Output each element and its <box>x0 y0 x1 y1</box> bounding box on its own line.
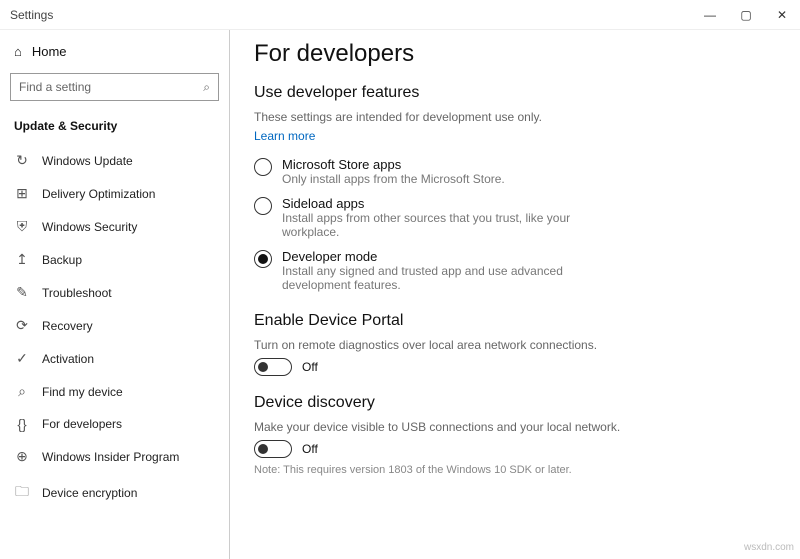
device-discovery-heading: Device discovery <box>254 394 776 412</box>
activation-icon: ✓ <box>14 350 30 367</box>
backup-icon: ↥ <box>14 251 30 268</box>
sidebar-item-label: Windows Update <box>42 154 133 168</box>
device-portal-desc: Turn on remote diagnostics over local ar… <box>254 338 776 352</box>
page-title: For developers <box>254 40 776 68</box>
device-portal-toggle[interactable] <box>254 358 292 376</box>
sidebar-item-label: Backup <box>42 253 82 267</box>
find-icon: ⌕ <box>14 383 30 400</box>
shield-icon: ⛨ <box>14 218 30 235</box>
titlebar: Settings — ▢ ✕ <box>0 0 800 30</box>
delivery-icon: ⊞ <box>14 185 30 202</box>
radio-icon <box>254 158 272 176</box>
radio-sideload-apps[interactable]: Sideload apps Install apps from other so… <box>254 196 776 239</box>
minimize-button[interactable]: — <box>692 0 728 30</box>
sidebar-item-label: Device encryption <box>42 486 137 500</box>
radio-sub: Install any signed and trusted app and u… <box>282 264 612 292</box>
radio-developer-mode[interactable]: Developer mode Install any signed and tr… <box>254 249 776 292</box>
device-discovery-toggle[interactable] <box>254 440 292 458</box>
radio-icon <box>254 197 272 215</box>
search-placeholder: Find a setting <box>19 80 91 94</box>
home-icon: ⌂ <box>14 44 22 59</box>
sidebar-item-label: Delivery Optimization <box>42 187 155 201</box>
search-icon: ⌕ <box>203 80 210 95</box>
sidebar: ⌂ Home Find a setting ⌕ Update & Securit… <box>0 30 230 559</box>
search-input[interactable]: Find a setting ⌕ <box>10 73 219 101</box>
sidebar-item-label: For developers <box>42 417 122 431</box>
radio-label: Microsoft Store apps <box>282 157 505 172</box>
troubleshoot-icon: ✎ <box>14 284 30 301</box>
toggle-state-label: Off <box>302 360 318 374</box>
device-portal-heading: Enable Device Portal <box>254 312 776 330</box>
sidebar-item-label: Recovery <box>42 319 93 333</box>
sidebar-item-label: Windows Insider Program <box>42 450 179 464</box>
sidebar-item-windows-update[interactable]: ↻ Windows Update <box>0 145 229 176</box>
sidebar-item-troubleshoot[interactable]: ✎ Troubleshoot <box>0 277 229 308</box>
encryption-icon: 🗀 <box>14 481 30 505</box>
home-link[interactable]: ⌂ Home <box>0 38 229 65</box>
sidebar-item-windows-security[interactable]: ⛨ Windows Security <box>0 211 229 242</box>
sidebar-item-recovery[interactable]: ⟳ Recovery <box>0 310 229 341</box>
sidebar-item-for-developers[interactable]: {} For developers <box>0 409 229 439</box>
sidebar-item-label: Activation <box>42 352 94 366</box>
learn-more-link[interactable]: Learn more <box>254 129 315 143</box>
radio-sub: Only install apps from the Microsoft Sto… <box>282 172 505 186</box>
window-controls: — ▢ ✕ <box>692 0 800 30</box>
sidebar-item-label: Windows Security <box>42 220 137 234</box>
sidebar-item-device-encryption[interactable]: 🗀 Device encryption <box>0 474 229 512</box>
main-content: For developers Use developer features Th… <box>230 30 800 559</box>
section-dev-features: Use developer features These settings ar… <box>254 84 776 292</box>
sidebar-item-label: Troubleshoot <box>42 286 112 300</box>
recovery-icon: ⟳ <box>14 317 30 334</box>
maximize-button[interactable]: ▢ <box>728 0 764 30</box>
radio-label: Developer mode <box>282 249 612 264</box>
dev-features-desc: These settings are intended for developm… <box>254 110 776 124</box>
sync-icon: ↻ <box>14 152 30 169</box>
radio-label: Sideload apps <box>282 196 612 211</box>
section-device-portal: Enable Device Portal Turn on remote diag… <box>254 312 776 376</box>
dev-features-heading: Use developer features <box>254 84 776 102</box>
section-device-discovery: Device discovery Make your device visibl… <box>254 394 776 476</box>
sidebar-item-backup[interactable]: ↥ Backup <box>0 244 229 275</box>
dev-mode-radio-group: Microsoft Store apps Only install apps f… <box>254 157 776 292</box>
sidebar-item-delivery-optimization[interactable]: ⊞ Delivery Optimization <box>0 178 229 209</box>
insider-icon: ⊕ <box>14 448 30 465</box>
toggle-state-label: Off <box>302 442 318 456</box>
device-discovery-desc: Make your device visible to USB connecti… <box>254 420 776 434</box>
watermark: wsxdn.com <box>744 542 794 553</box>
sidebar-item-find-my-device[interactable]: ⌕ Find my device <box>0 376 229 407</box>
sidebar-item-insider-program[interactable]: ⊕ Windows Insider Program <box>0 441 229 472</box>
sidebar-item-label: Find my device <box>42 385 123 399</box>
device-discovery-note: Note: This requires version 1803 of the … <box>254 464 776 476</box>
window-title: Settings <box>10 8 53 22</box>
sidebar-item-activation[interactable]: ✓ Activation <box>0 343 229 374</box>
home-label: Home <box>32 44 67 59</box>
radio-icon <box>254 250 272 268</box>
code-icon: {} <box>14 416 30 432</box>
radio-microsoft-store-apps[interactable]: Microsoft Store apps Only install apps f… <box>254 157 776 186</box>
radio-sub: Install apps from other sources that you… <box>282 211 612 239</box>
close-button[interactable]: ✕ <box>764 0 800 30</box>
sidebar-section-label: Update & Security <box>0 113 229 143</box>
